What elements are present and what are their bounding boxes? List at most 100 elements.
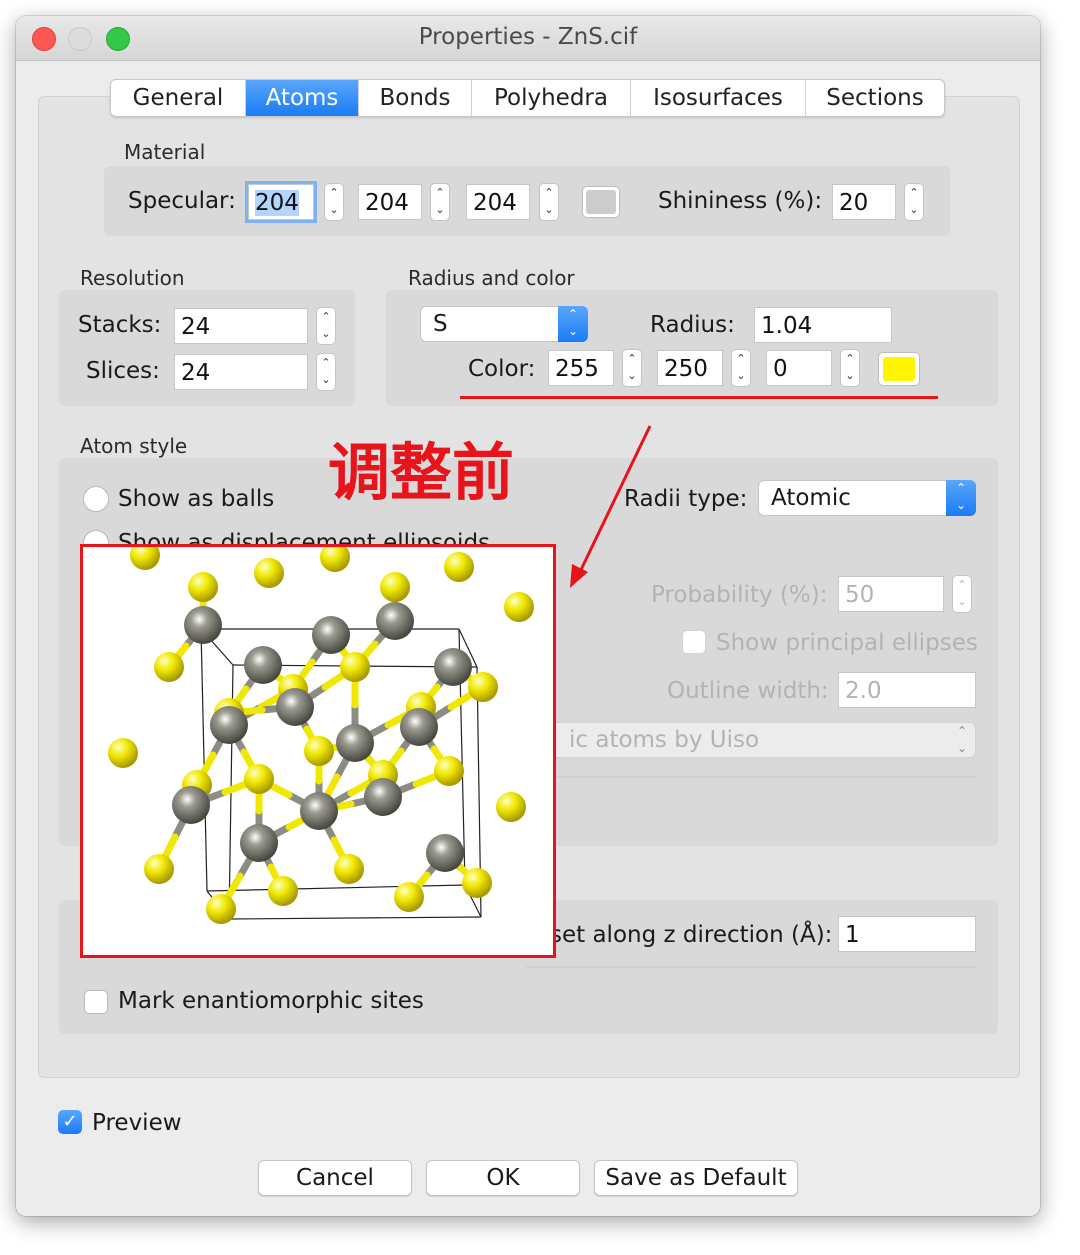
atom-style-heading: Atom style — [80, 434, 188, 458]
zinc-atom — [172, 786, 210, 824]
window-title: Properties - ZnS.cif — [418, 24, 638, 50]
sulfur-atom — [334, 854, 364, 884]
zinc-atom — [364, 778, 402, 816]
sulfur-atom — [320, 542, 350, 572]
stacks-stepper[interactable]: ⌃ ⌄ — [316, 307, 336, 345]
mark-enantiomorphic-label: Mark enantiomorphic sites — [118, 988, 424, 1014]
radii-type-popup[interactable]: Atomic ⌃ ⌄ — [758, 480, 976, 516]
specular-r-field[interactable]: 204 — [245, 181, 317, 223]
specular-b-field[interactable]: 204 — [466, 184, 530, 220]
sulfur-atom — [188, 572, 218, 602]
slices-label: Slices: — [86, 358, 160, 384]
save-as-default-button[interactable]: Save as Default — [594, 1160, 798, 1196]
color-b-field[interactable]: 0 — [766, 350, 832, 386]
tab-bar: General Atoms Bonds Polyhedra Isosurface… — [110, 79, 945, 117]
zinc-atom — [244, 646, 282, 684]
stacks-field[interactable]: 24 — [174, 308, 308, 344]
zinc-atom — [276, 688, 314, 726]
unit-cell-edge — [228, 916, 482, 920]
specular-color-well[interactable] — [582, 186, 620, 218]
show-as-balls-label: Show as balls — [118, 486, 275, 512]
atom-color-well[interactable] — [878, 352, 920, 386]
title-bar: Properties - ZnS.cif — [16, 16, 1040, 61]
principal-ellipses-checkbox[interactable] — [682, 630, 706, 654]
preview-image — [80, 540, 556, 958]
sulfur-atom — [254, 558, 284, 588]
preview-label: Preview — [92, 1110, 182, 1136]
unit-cell-edge — [206, 884, 466, 892]
atom-color-swatch — [883, 357, 915, 381]
zinc-atom — [400, 708, 438, 746]
sulfur-atom — [154, 652, 184, 682]
zinc-atom — [240, 824, 278, 862]
zinc-atom — [376, 602, 414, 640]
sulfur-atom — [394, 882, 424, 912]
zinc-atom — [336, 724, 374, 762]
shininess-field[interactable]: 20 — [832, 184, 896, 220]
tab-isosurfaces[interactable]: Isosurfaces — [631, 80, 806, 116]
material-heading: Material — [124, 140, 206, 164]
unit-cell-edge — [200, 628, 208, 892]
sulfur-atom — [444, 552, 474, 582]
iso-atoms-popup[interactable]: ic atoms by Uiso ⌃ ⌄ — [526, 722, 976, 758]
zinc-atom — [312, 616, 350, 654]
tab-polyhedra[interactable]: Polyhedra — [472, 80, 631, 116]
principal-ellipses-label: Show principal ellipses — [716, 630, 978, 656]
tab-bonds[interactable]: Bonds — [359, 80, 472, 116]
probability-label: Probability (%): — [651, 582, 828, 608]
specular-g-stepper[interactable]: ⌃ ⌄ — [430, 183, 450, 221]
color-r-stepper[interactable]: ⌃ ⌄ — [622, 349, 642, 387]
annotation-underline — [460, 396, 938, 399]
sulfur-atom — [504, 592, 534, 622]
sulfur-atom — [496, 792, 526, 822]
offset-field[interactable]: 1 — [838, 916, 976, 952]
shininess-label: Shininess (%): — [658, 188, 823, 214]
color-r-field[interactable]: 255 — [548, 350, 614, 386]
specular-b-stepper[interactable]: ⌃ ⌄ — [539, 183, 559, 221]
sulfur-atom — [130, 540, 160, 570]
probability-stepper[interactable]: ⌃ ⌄ — [952, 575, 972, 613]
stacks-label: Stacks: — [78, 312, 162, 338]
sulfur-atom — [462, 868, 492, 898]
resolution-heading: Resolution — [80, 266, 185, 290]
color-label: Color: — [468, 356, 536, 382]
tab-general[interactable]: General — [111, 80, 246, 116]
sulfur-atom — [434, 756, 464, 786]
properties-window: Properties - ZnS.cif General Atoms Bonds… — [16, 16, 1040, 1216]
color-g-field[interactable]: 250 — [657, 350, 723, 386]
tab-sections[interactable]: Sections — [806, 80, 944, 116]
tab-atoms[interactable]: Atoms — [246, 80, 359, 116]
ok-button[interactable]: OK — [426, 1160, 580, 1196]
sulfur-atom — [244, 764, 274, 794]
cancel-button[interactable]: Cancel — [258, 1160, 412, 1196]
probability-field[interactable]: 50 — [838, 576, 944, 612]
sulfur-atom — [304, 736, 334, 766]
specular-label: Specular: — [128, 188, 236, 214]
element-popup[interactable]: S ⌃ ⌄ — [420, 306, 588, 342]
sulfur-atom — [468, 672, 498, 702]
slices-stepper[interactable]: ⌃ ⌄ — [316, 353, 336, 391]
specular-r-stepper[interactable]: ⌃ ⌄ — [324, 183, 344, 221]
outline-width-label: Outline width: — [667, 678, 829, 704]
mark-enantiomorphic-checkbox[interactable] — [84, 990, 108, 1014]
slices-field[interactable]: 24 — [174, 354, 308, 390]
divider — [526, 966, 976, 968]
chevron-up-down-icon: ⌃ ⌄ — [946, 480, 976, 516]
color-g-stepper[interactable]: ⌃ ⌄ — [731, 349, 751, 387]
preview-checkbox[interactable]: ✓ — [58, 1110, 82, 1134]
radius-field[interactable]: 1.04 — [754, 307, 892, 343]
show-as-balls-radio[interactable] — [83, 486, 109, 512]
zinc-atom — [426, 834, 464, 872]
outline-width-field[interactable]: 2.0 — [838, 672, 976, 708]
checkmark-icon: ✓ — [62, 1111, 78, 1132]
annotation-arrow — [570, 425, 652, 588]
zinc-atom — [300, 792, 338, 830]
color-b-stepper[interactable]: ⌃ ⌄ — [840, 349, 860, 387]
chevron-up-down-icon: ⌃ ⌄ — [558, 306, 588, 342]
sulfur-atom — [108, 738, 138, 768]
zinc-atom — [434, 648, 472, 686]
zinc-atom — [210, 706, 248, 744]
specular-g-field[interactable]: 204 — [358, 184, 422, 220]
sulfur-atom — [340, 652, 370, 682]
shininess-stepper[interactable]: ⌃ ⌄ — [904, 183, 924, 221]
